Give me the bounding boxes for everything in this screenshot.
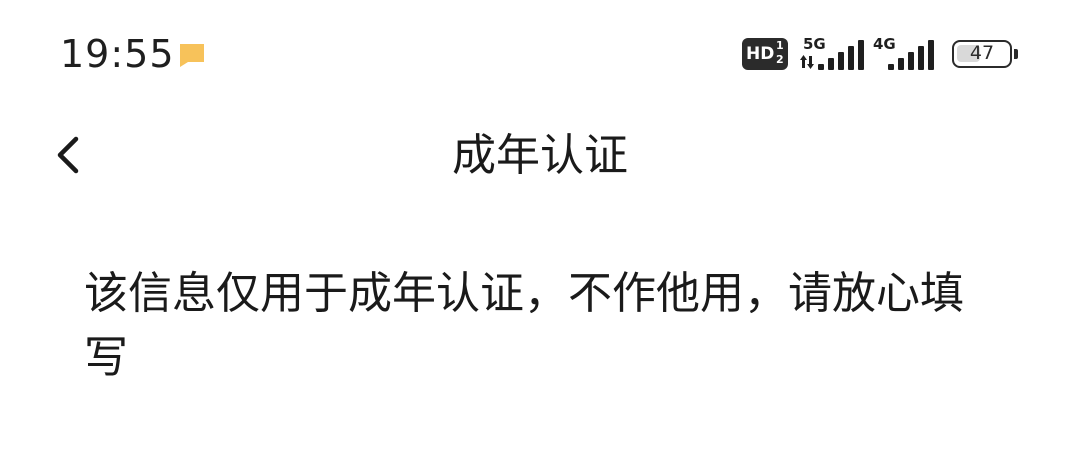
back-button[interactable] xyxy=(40,125,100,185)
battery-tip xyxy=(1014,49,1018,59)
hd-voice-icon: HD 1 2 xyxy=(742,38,788,70)
signal-icon xyxy=(800,40,864,70)
page-title-text: 成年认证 xyxy=(452,130,628,181)
page-title: 成年认证 xyxy=(0,128,1080,184)
battery-level: 47 xyxy=(969,42,995,64)
hd-sub-top: 1 xyxy=(776,39,784,52)
hd-sub-bottom: 2 xyxy=(776,53,784,66)
chevron-left-icon xyxy=(57,136,79,174)
screen: 19:55 HD 1 2 5G 4G 47 成年认证 该信息仅用于成年认证，不作… xyxy=(0,0,1080,465)
status-time: 19:55 xyxy=(60,32,175,76)
notification-icon xyxy=(180,44,204,67)
status-bar: 19:55 HD 1 2 5G 4G 47 xyxy=(0,0,1080,110)
battery-icon: 47 xyxy=(952,40,1020,68)
privacy-notice: 该信息仅用于成年认证，不作他用，请放心填写 xyxy=(84,268,964,383)
signal-icon xyxy=(888,40,934,70)
hd-label: HD xyxy=(746,44,775,64)
